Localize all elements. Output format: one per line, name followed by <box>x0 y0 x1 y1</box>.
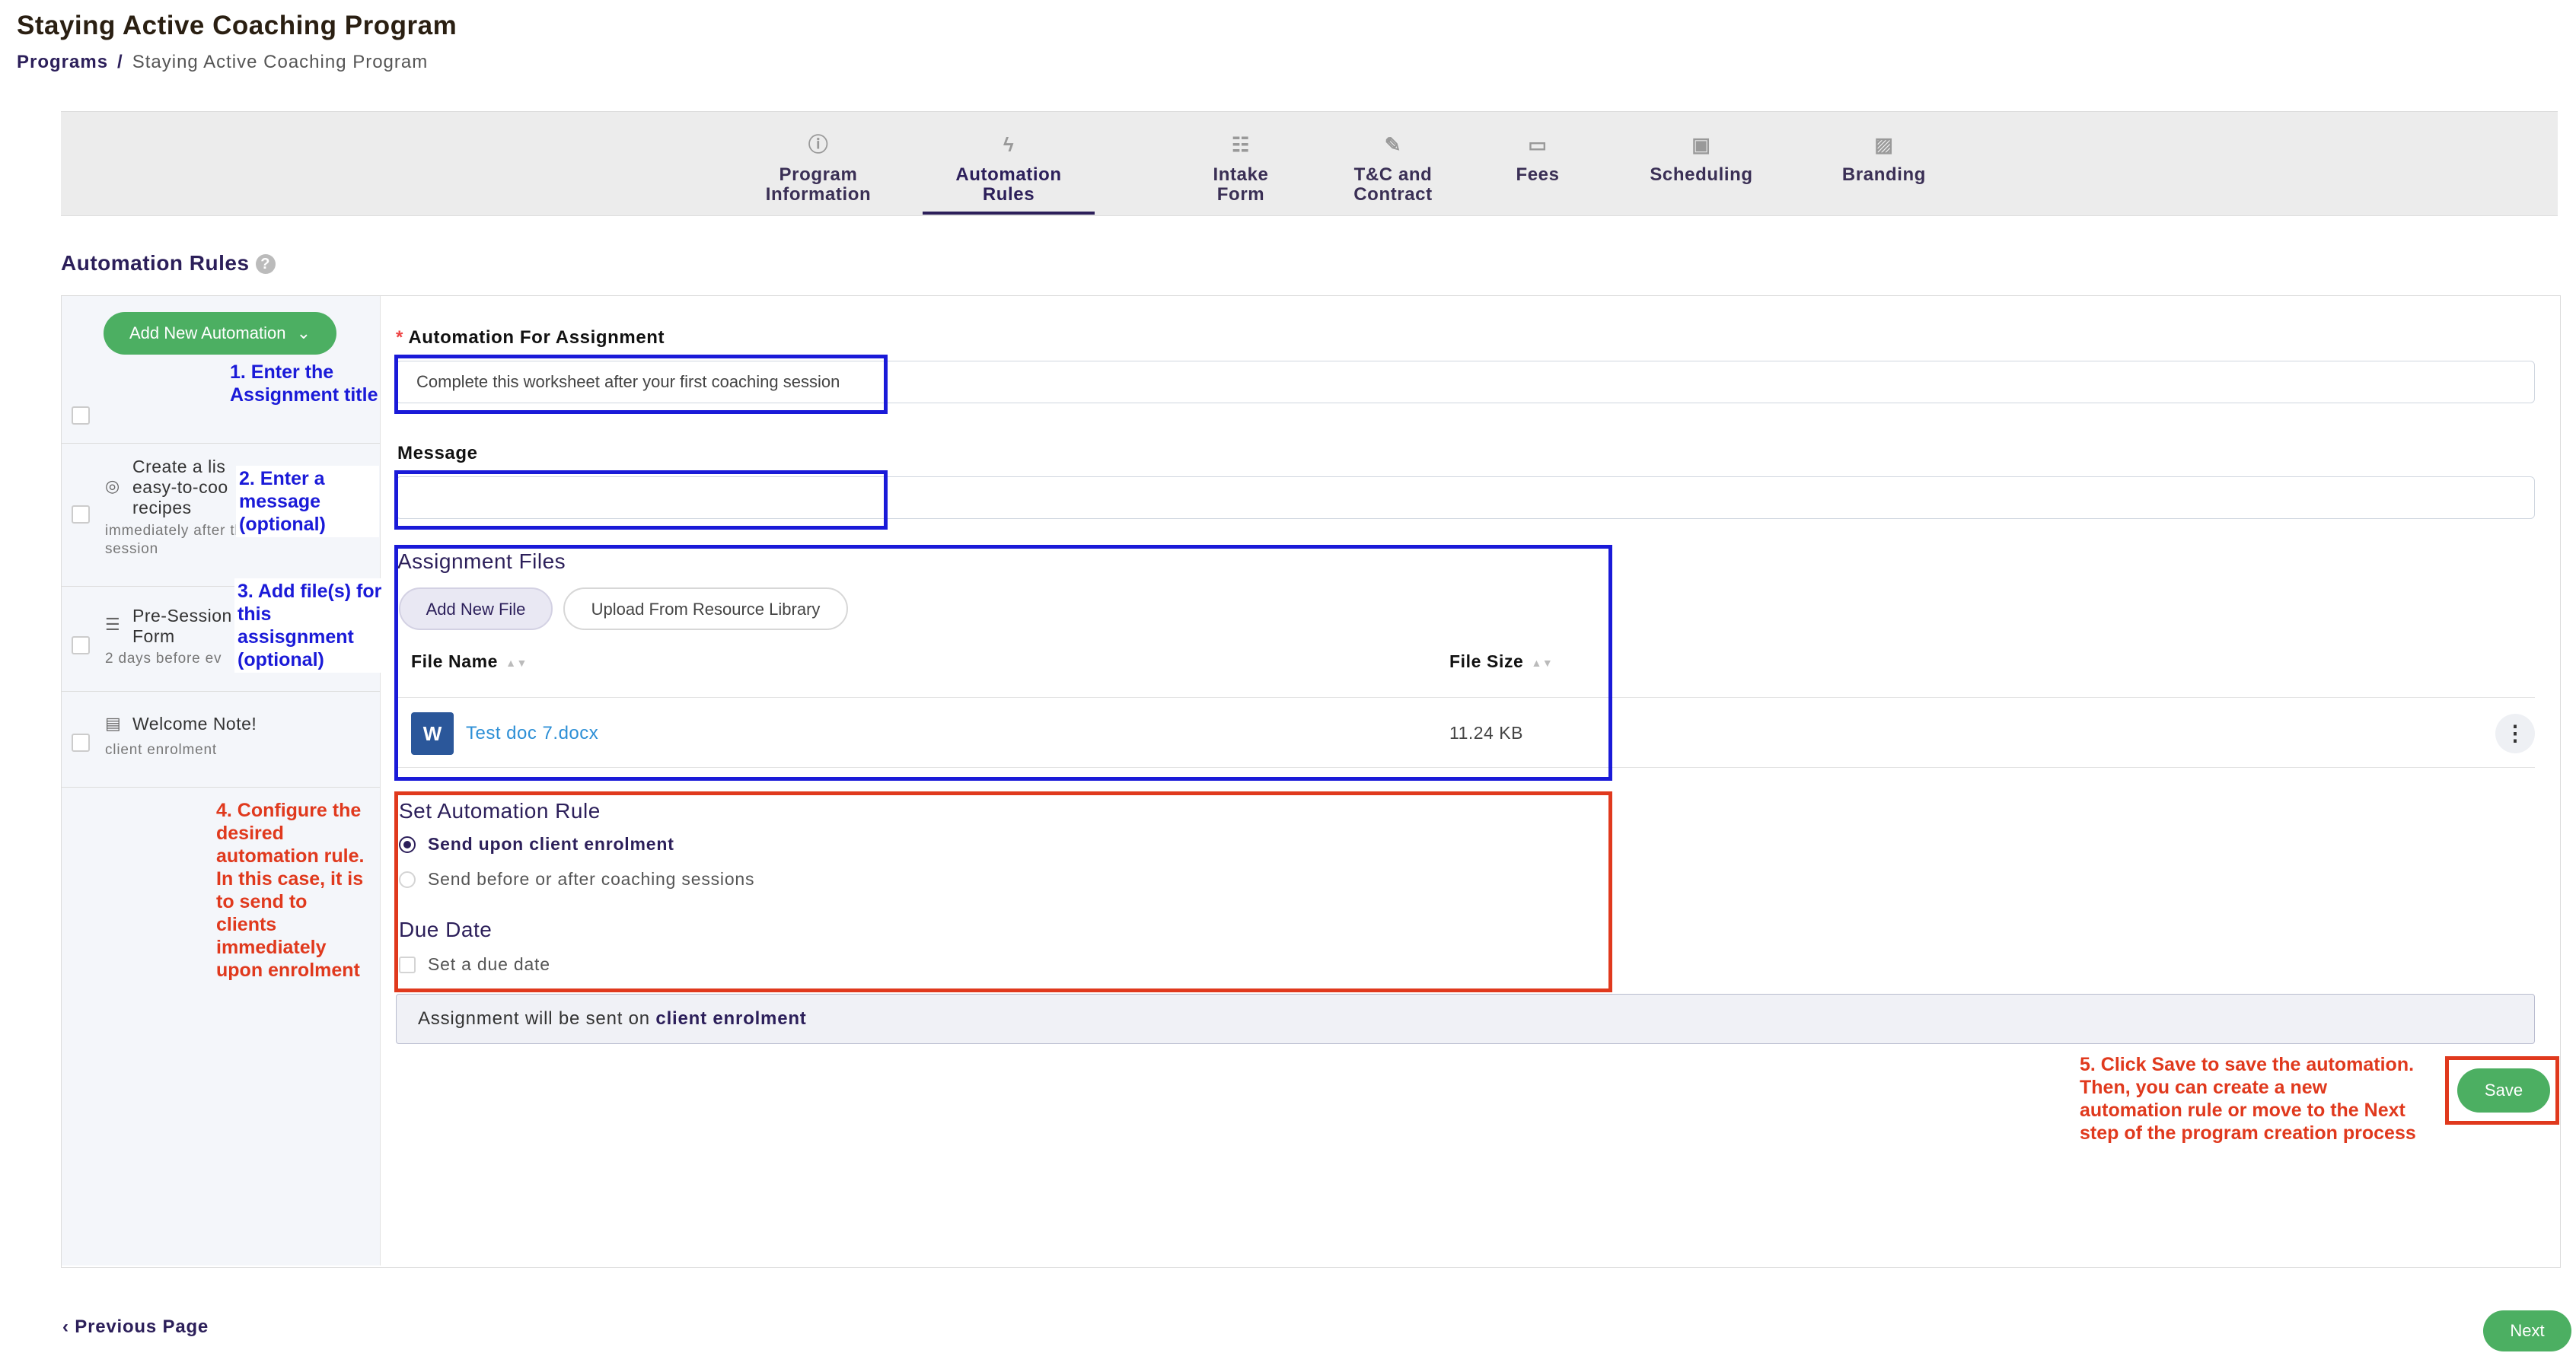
add-new-automation-label: Add New Automation <box>129 323 286 342</box>
sidebar-divider <box>62 787 380 788</box>
section-title-text: Automation Rules <box>61 251 250 275</box>
help-icon[interactable]: ? <box>255 254 276 274</box>
image-icon: ▨ <box>1874 133 1894 156</box>
previous-page-label: Previous Page <box>75 1316 209 1337</box>
automation-list-sidebar <box>62 296 381 1265</box>
chevron-down-icon: ⌄ <box>296 323 311 342</box>
document-icon: ▤ <box>105 714 121 733</box>
automation-item-checkbox[interactable] <box>72 636 90 654</box>
section-title: Automation Rules? <box>61 251 276 275</box>
select-all-checkbox[interactable] <box>72 406 90 425</box>
program-steps-tabbar: ⓘ Program Information ϟ Automation Rules… <box>61 111 2558 216</box>
automation-item-subtitle: 2 days before ev <box>105 651 222 667</box>
tab-label-line1: T&C and <box>1353 164 1433 185</box>
sidebar-divider <box>62 443 380 444</box>
assignment-send-info: Assignment will be sent on client enrolm… <box>396 994 2535 1044</box>
tab-automation-rules[interactable]: ϟ Automation Rules <box>923 133 1095 205</box>
next-button[interactable]: Next <box>2483 1310 2571 1351</box>
previous-page-link[interactable]: ‹ Previous Page <box>62 1316 209 1338</box>
lightning-icon: ϟ <box>1003 133 1015 156</box>
annotation-step-5: 5. Click Save to save the automation. Th… <box>2080 1054 2416 1144</box>
automation-list-item[interactable]: Welcome Note! ▤ client enrolment <box>105 714 379 775</box>
tab-branding[interactable]: ▨ Branding <box>1812 133 1956 185</box>
tab-label-line2: Information <box>765 184 872 205</box>
message-label: Message <box>397 443 478 463</box>
automation-item-checkbox[interactable] <box>72 505 90 524</box>
breadcrumb: Programs / Staying Active Coaching Program <box>17 52 428 73</box>
more-options-icon[interactable]: ⋮ <box>2495 714 2535 753</box>
annotation-box-save <box>2445 1056 2559 1125</box>
annotation-box-title <box>394 355 888 414</box>
annotation-step-1: 1. Enter the Assignment title <box>230 361 378 406</box>
automation-item-checkbox[interactable] <box>72 734 90 752</box>
sidebar-divider <box>62 691 380 692</box>
annotation-box-files <box>394 545 1612 781</box>
checklist-icon: ☷ <box>1232 133 1250 156</box>
tab-label-line2: Rules <box>982 184 1035 205</box>
breadcrumb-current: Staying Active Coaching Program <box>132 52 429 72</box>
assignment-title-label: * Automation For Assignment <box>396 327 665 349</box>
tab-intake-form[interactable]: ☷ Intake Form <box>1149 133 1332 205</box>
annotation-step-3: 3. Add file(s) for this assisgnment (opt… <box>234 578 390 673</box>
tab-label-line1: Scheduling <box>1650 164 1753 185</box>
required-mark: * <box>396 327 403 348</box>
tab-program-information[interactable]: ⓘ Program Information <box>742 133 894 205</box>
annotation-box-message <box>394 470 888 530</box>
info-text: Assignment will be sent on <box>418 1008 656 1029</box>
assignment-title-label-text: Automation For Assignment <box>408 327 665 348</box>
tab-label-line2: Form <box>1216 184 1265 205</box>
tab-label-line1: Branding <box>1841 164 1927 185</box>
tab-tc-contract[interactable]: ✎ T&C and Contract <box>1325 133 1462 205</box>
target-icon: ◎ <box>105 476 120 495</box>
active-tab-indicator <box>923 212 1095 215</box>
tab-label-line1: Program <box>779 164 858 185</box>
breadcrumb-programs-link[interactable]: Programs <box>17 52 108 72</box>
info-circle-icon: ⓘ <box>808 133 829 156</box>
tab-label-line1: Fees <box>1516 164 1560 185</box>
add-new-automation-button[interactable]: Add New Automation ⌄ <box>104 312 336 355</box>
automation-item-title: Welcome Note! <box>132 714 257 734</box>
tab-label-line1: Automation <box>955 164 1062 185</box>
calendar-icon: ▣ <box>1691 133 1711 156</box>
annotation-box-rule <box>394 791 1612 992</box>
info-bold-text: client enrolment <box>655 1008 807 1029</box>
automation-item-title: Create a lis easy-to-coo recipes <box>132 457 228 517</box>
tab-label-line2: Contract <box>1353 184 1433 205</box>
checklist-icon: ☰ <box>105 615 120 634</box>
automation-item-title: Pre-Session Form <box>132 606 232 646</box>
tab-label-line1: Intake <box>1213 164 1269 185</box>
tab-fees[interactable]: ▭ Fees <box>1481 133 1595 185</box>
page-title: Staying Active Coaching Program <box>17 11 457 40</box>
breadcrumb-separator: / <box>117 52 123 72</box>
automation-item-subtitle: client enrolment <box>105 742 217 758</box>
annotation-step-4: 4. Configure the desired automation rule… <box>216 800 365 981</box>
chevron-left-icon: ‹ <box>62 1316 69 1337</box>
credit-card-icon: ▭ <box>1528 133 1548 156</box>
tab-scheduling[interactable]: ▣ Scheduling <box>1621 133 1781 185</box>
contract-sign-icon: ✎ <box>1384 133 1402 156</box>
annotation-step-2: 2. Enter a message (optional) <box>236 466 379 537</box>
